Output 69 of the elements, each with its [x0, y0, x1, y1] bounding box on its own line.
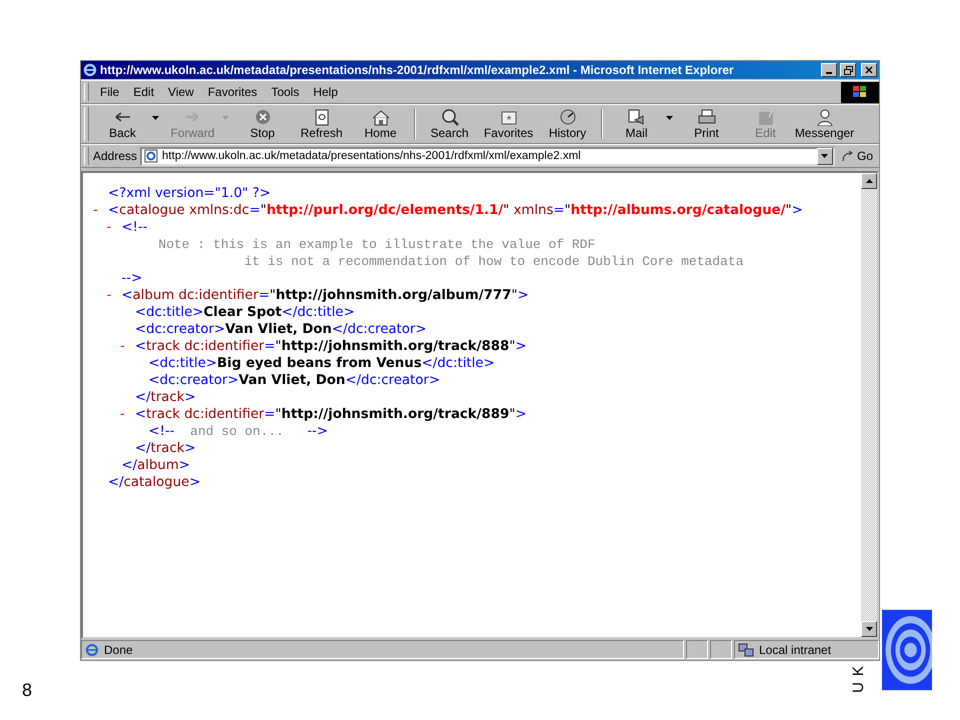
- toolbar-button[interactable]: Back: [93, 108, 163, 140]
- code-line: <dc:title>Big eyed beans from Venus</dc:title>: [148, 356, 495, 371]
- arrow-icon: [840, 150, 855, 162]
- windows-logo-icon: [841, 82, 879, 102]
- minimize-button[interactable]: [821, 63, 837, 77]
- menu-item[interactable]: Tools: [264, 83, 306, 101]
- code-line: </track>: [135, 390, 196, 405]
- toolbar-button[interactable]: Print: [677, 108, 736, 140]
- code-line: <track dc:identifier="http://johnsmith.org/track/888">: [135, 339, 527, 354]
- code-line: <dc:creator>Van Vliet, Don</dc:creator>: [148, 373, 440, 388]
- computers-icon: [738, 642, 754, 656]
- window-title: http://www.ukoln.ac.uk/metadata/presentations/nhs-2001/rdfxml/xml/example2.xml - Microsoft Internet Explorer: [100, 63, 735, 77]
- page-icon: [144, 149, 158, 163]
- toolbar-button[interactable]: Home: [351, 108, 410, 140]
- toolbar-button[interactable]: Favorites: [479, 108, 538, 140]
- menu-item[interactable]: File: [93, 83, 126, 101]
- code-line: <!-- and so on... -->: [148, 424, 328, 439]
- toolbar-button[interactable]: Messenger: [795, 108, 854, 140]
- menu-item[interactable]: Edit: [126, 83, 162, 101]
- caret-icon: [821, 154, 828, 158]
- page-icon: [85, 642, 99, 656]
- go-button[interactable]: Go: [834, 149, 879, 163]
- collapse-toggle[interactable]: -: [120, 407, 125, 422]
- collapse-toggle[interactable]: -: [120, 339, 125, 354]
- code-line: -->: [122, 271, 142, 286]
- caret-icon: [222, 116, 229, 120]
- close-icon: [865, 66, 873, 74]
- logo-text: UK: [850, 660, 867, 693]
- menu-item[interactable]: View: [161, 83, 201, 101]
- scroll-down-button[interactable]: [861, 621, 877, 637]
- toolbar-button[interactable]: Refresh: [292, 108, 351, 140]
- code-line: </album>: [122, 458, 190, 473]
- collapse-toggle[interactable]: -: [93, 203, 98, 218]
- collapse-toggle[interactable]: -: [106, 220, 112, 235]
- address-label: Address: [93, 149, 138, 163]
- code-line: <!--: [122, 220, 148, 235]
- collapse-toggle[interactable]: -: [106, 288, 112, 303]
- code-line: </track>: [135, 441, 196, 456]
- address-field[interactable]: http://www.ukoln.ac.uk/metadata/presentations/nhs-2001/rdfxml/xml/example2.xml: [140, 146, 835, 166]
- toolbar-button[interactable]: Search: [420, 108, 479, 140]
- code-line: Note : this is an example to illustrate the value of RDF: [157, 237, 596, 252]
- code-line: <track dc:identifier="http://johnsmith.org/track/889">: [135, 407, 527, 422]
- code-line: <album dc:identifier="http://johnsmith.org/album/777">: [122, 288, 529, 303]
- down-arrow-icon: [866, 627, 872, 631]
- caret-icon: [666, 116, 673, 120]
- scrollbar[interactable]: [861, 173, 877, 637]
- up-arrow-icon: [866, 179, 872, 183]
- status-text: Done: [81, 640, 684, 659]
- caret-icon: [152, 116, 159, 120]
- toolbar-icon: [696, 108, 718, 126]
- code-line: it is not a recommendation of how to encode Dublin Core metadata: [243, 254, 744, 269]
- code-line: </catalogue>: [108, 475, 200, 490]
- code-line: <dc:creator>Van Vliet, Don</dc:creator>: [135, 322, 427, 337]
- code-line: <?xml version="1.0" ?>: [108, 186, 271, 201]
- maximize-button[interactable]: [840, 63, 856, 77]
- toolbar-button[interactable]: Mail: [607, 108, 677, 140]
- restore-icon: [844, 66, 852, 74]
- page-number: 8: [22, 680, 32, 701]
- close-button[interactable]: [861, 63, 877, 77]
- menu-item[interactable]: Favorites: [200, 83, 264, 101]
- dropdown-button[interactable]: [816, 148, 833, 164]
- code-line: <catalogue xmlns:dc="http://purl.org/dc/elements/1.1/" xmlns="http://albums.org/catalogue/">: [108, 203, 803, 218]
- menu-item[interactable]: Help: [306, 83, 345, 101]
- zone-indicator: Local intranet: [734, 640, 879, 659]
- toolbar-button[interactable]: History: [538, 108, 597, 140]
- scroll-up-button[interactable]: [861, 173, 877, 189]
- toolbar-button[interactable]: Stop: [233, 108, 292, 140]
- code-line: <dc:title>Clear Spot</dc:title>: [135, 305, 355, 320]
- browser-icon: [83, 63, 97, 77]
